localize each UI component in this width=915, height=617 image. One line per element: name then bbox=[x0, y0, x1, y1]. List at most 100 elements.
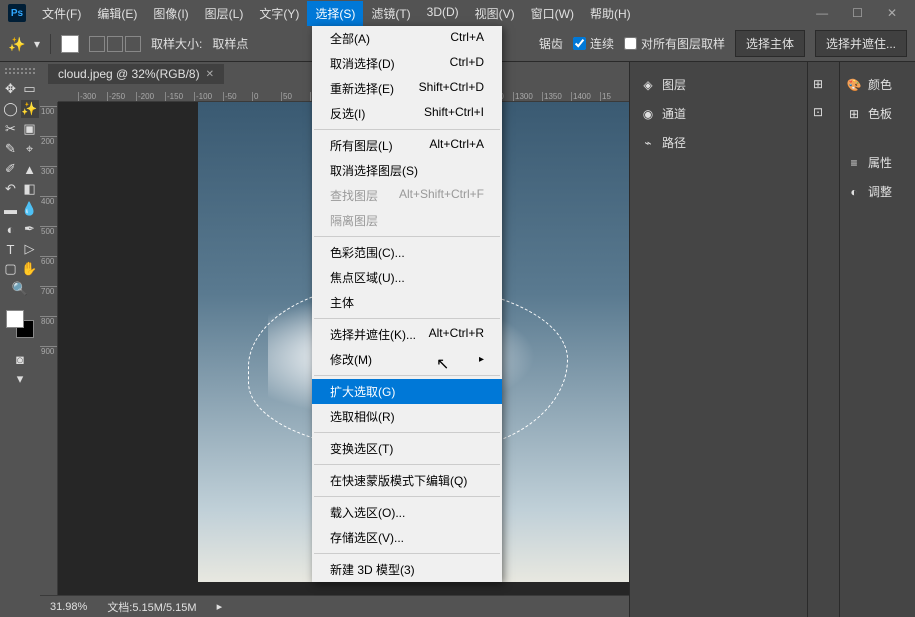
contiguous-checkbox[interactable]: 连续 bbox=[573, 35, 614, 52]
adjustments-icon: ◐ bbox=[846, 184, 862, 200]
menu-item-扩大选取(G)[interactable]: 扩大选取(G) bbox=[312, 379, 502, 404]
close-icon[interactable]: ✕ bbox=[881, 4, 903, 22]
hand-tool[interactable]: ✋ bbox=[21, 260, 39, 278]
menu-item-存储选区(V)...[interactable]: 存储选区(V)... bbox=[312, 525, 502, 550]
sample-mode-new[interactable] bbox=[61, 35, 79, 53]
menu-separator bbox=[314, 236, 500, 237]
status-arrow-icon[interactable]: ▸ bbox=[217, 600, 223, 613]
sample-all-layers-checkbox[interactable]: 对所有图层取样 bbox=[624, 35, 725, 52]
menu-item-取消选择(D)[interactable]: 取消选择(D)Ctrl+D bbox=[312, 51, 502, 76]
magic-wand-tool[interactable]: ✨ bbox=[21, 100, 39, 118]
screen-mode-icon[interactable]: ▾ bbox=[11, 370, 29, 388]
minimize-icon[interactable]: — bbox=[810, 4, 834, 22]
panel-strip-icon-2[interactable]: ⊡ bbox=[808, 98, 839, 126]
ruler-vertical[interactable]: 100200300400500600700800900 bbox=[40, 102, 58, 595]
panel-channels[interactable]: ◉通道 bbox=[638, 99, 799, 128]
menu-item-色彩范围(C)...[interactable]: 色彩范围(C)... bbox=[312, 240, 502, 265]
menu-0[interactable]: 文件(F) bbox=[34, 1, 89, 26]
ruler-origin[interactable] bbox=[40, 86, 58, 102]
move-tool[interactable]: ✥ bbox=[2, 80, 20, 98]
zoom-level[interactable]: 31.98% bbox=[50, 601, 87, 613]
marquee-tool[interactable]: ▭ bbox=[21, 80, 39, 98]
menu-item-修改(M)[interactable]: 修改(M) bbox=[312, 347, 502, 372]
channels-icon: ◉ bbox=[640, 106, 656, 122]
menu-6[interactable]: 滤镜(T) bbox=[363, 1, 418, 26]
color-swatches[interactable] bbox=[6, 310, 34, 338]
sample-add-icon[interactable] bbox=[89, 36, 105, 52]
panel-adjustments[interactable]: ◐调整 bbox=[844, 177, 911, 206]
lasso-tool[interactable]: ◯ bbox=[2, 100, 20, 118]
menu-separator bbox=[314, 553, 500, 554]
toolbox: ✥▭ ◯✨ ✂▣ ✎⌖ ✐▲ ↶◧ ▬💧 ◐✒ T▷ ▢✋ 🔍 ◙ ▾ bbox=[0, 62, 40, 617]
toolbox-grip[interactable] bbox=[5, 68, 35, 74]
menu-separator bbox=[314, 496, 500, 497]
panel-properties[interactable]: ≡属性 bbox=[844, 148, 911, 177]
menu-9[interactable]: 窗口(W) bbox=[523, 1, 582, 26]
blur-tool[interactable]: 💧 bbox=[21, 200, 39, 218]
document-tab[interactable]: cloud.jpeg @ 32%(RGB/8) ✕ bbox=[48, 64, 224, 84]
crop-tool[interactable]: ✂ bbox=[2, 120, 20, 138]
path-select-tool[interactable]: ▷ bbox=[21, 240, 39, 258]
gradient-tool[interactable]: ▬ bbox=[2, 200, 20, 218]
antialias-partial-label: 锯齿 bbox=[539, 35, 563, 52]
maximize-icon[interactable]: ☐ bbox=[846, 4, 869, 22]
panel-layers[interactable]: ◈图层 bbox=[638, 70, 799, 99]
panel-dock: ◈图层 ◉通道 ⌁路径 ⊞ ⊡ bbox=[629, 62, 839, 617]
menu-separator bbox=[314, 432, 500, 433]
menu-item-选取相似(R)[interactable]: 选取相似(R) bbox=[312, 404, 502, 429]
panel-strip-2: ⊞ ⊡ bbox=[807, 62, 839, 617]
menu-7[interactable]: 3D(D) bbox=[419, 1, 467, 26]
panel-swatches[interactable]: ⊞色板 bbox=[844, 99, 911, 128]
menu-5[interactable]: 选择(S) bbox=[307, 1, 363, 26]
panel-color[interactable]: 🎨颜色 bbox=[844, 70, 911, 99]
menu-item-查找图层: 查找图层Alt+Shift+Ctrl+F bbox=[312, 183, 502, 208]
rectangle-tool[interactable]: ▢ bbox=[2, 260, 20, 278]
menu-item-重新选择(E)[interactable]: 重新选择(E)Shift+Ctrl+D bbox=[312, 76, 502, 101]
menu-item-载入选区(O)...[interactable]: 载入选区(O)... bbox=[312, 500, 502, 525]
menu-item-焦点区域(U)...[interactable]: 焦点区域(U)... bbox=[312, 265, 502, 290]
menu-item-新建 3D 模型(3)[interactable]: 新建 3D 模型(3) bbox=[312, 557, 502, 582]
menu-item-取消选择图层(S)[interactable]: 取消选择图层(S) bbox=[312, 158, 502, 183]
spot-heal-tool[interactable]: ⌖ bbox=[21, 140, 39, 158]
dodge-tool[interactable]: ◐ bbox=[2, 220, 20, 238]
zoom-tool[interactable]: 🔍 bbox=[11, 280, 29, 298]
eyedropper-tool[interactable]: ✎ bbox=[2, 140, 20, 158]
ps-logo: Ps bbox=[8, 4, 26, 22]
quick-mask-icon[interactable]: ◙ bbox=[11, 350, 29, 368]
eraser-tool[interactable]: ◧ bbox=[21, 180, 39, 198]
clone-stamp-tool[interactable]: ▲ bbox=[21, 160, 39, 178]
select-and-mask-button[interactable]: 选择并遮住... bbox=[815, 30, 907, 57]
sample-subtract-icon[interactable] bbox=[107, 36, 123, 52]
menu-4[interactable]: 文字(Y) bbox=[251, 1, 307, 26]
menu-item-全部(A)[interactable]: 全部(A)Ctrl+A bbox=[312, 26, 502, 51]
menu-separator bbox=[314, 318, 500, 319]
sample-all-input[interactable] bbox=[624, 37, 637, 50]
menu-item-主体[interactable]: 主体 bbox=[312, 290, 502, 315]
menu-2[interactable]: 图像(I) bbox=[145, 1, 196, 26]
contiguous-input[interactable] bbox=[573, 37, 586, 50]
panel-paths[interactable]: ⌁路径 bbox=[638, 128, 799, 157]
panel-strip-icon-1[interactable]: ⊞ bbox=[808, 70, 839, 98]
select-subject-button[interactable]: 选择主体 bbox=[735, 30, 805, 57]
menu-10[interactable]: 帮助(H) bbox=[582, 1, 639, 26]
menu-item-在快速蒙版模式下编辑(Q)[interactable]: 在快速蒙版模式下编辑(Q) bbox=[312, 468, 502, 493]
menu-8[interactable]: 视图(V) bbox=[467, 1, 523, 26]
menu-item-反选(I)[interactable]: 反选(I)Shift+Ctrl+I bbox=[312, 101, 502, 126]
doc-info[interactable]: 文档:5.15M/5.15M bbox=[107, 599, 196, 615]
frame-tool[interactable]: ▣ bbox=[21, 120, 39, 138]
history-brush-tool[interactable]: ↶ bbox=[2, 180, 20, 198]
menu-item-所有图层(L)[interactable]: 所有图层(L)Alt+Ctrl+A bbox=[312, 133, 502, 158]
foreground-color[interactable] bbox=[6, 310, 24, 328]
sample-point-label[interactable]: 取样点 bbox=[212, 35, 248, 52]
menu-1[interactable]: 编辑(E) bbox=[89, 1, 145, 26]
tab-close-icon[interactable]: ✕ bbox=[206, 69, 214, 80]
brush-tool[interactable]: ✐ bbox=[2, 160, 20, 178]
menu-item-选择并遮住(K)...[interactable]: 选择并遮住(K)...Alt+Ctrl+R bbox=[312, 322, 502, 347]
type-tool[interactable]: T bbox=[2, 240, 20, 258]
sample-intersect-icon[interactable] bbox=[125, 36, 141, 52]
menu-3[interactable]: 图层(L) bbox=[197, 1, 252, 26]
menu-item-变换选区(T)[interactable]: 变换选区(T) bbox=[312, 436, 502, 461]
dropdown-arrow-icon[interactable]: ▾ bbox=[34, 37, 40, 51]
sample-size-label: 取样大小: bbox=[151, 35, 202, 52]
pen-tool[interactable]: ✒ bbox=[21, 220, 39, 238]
